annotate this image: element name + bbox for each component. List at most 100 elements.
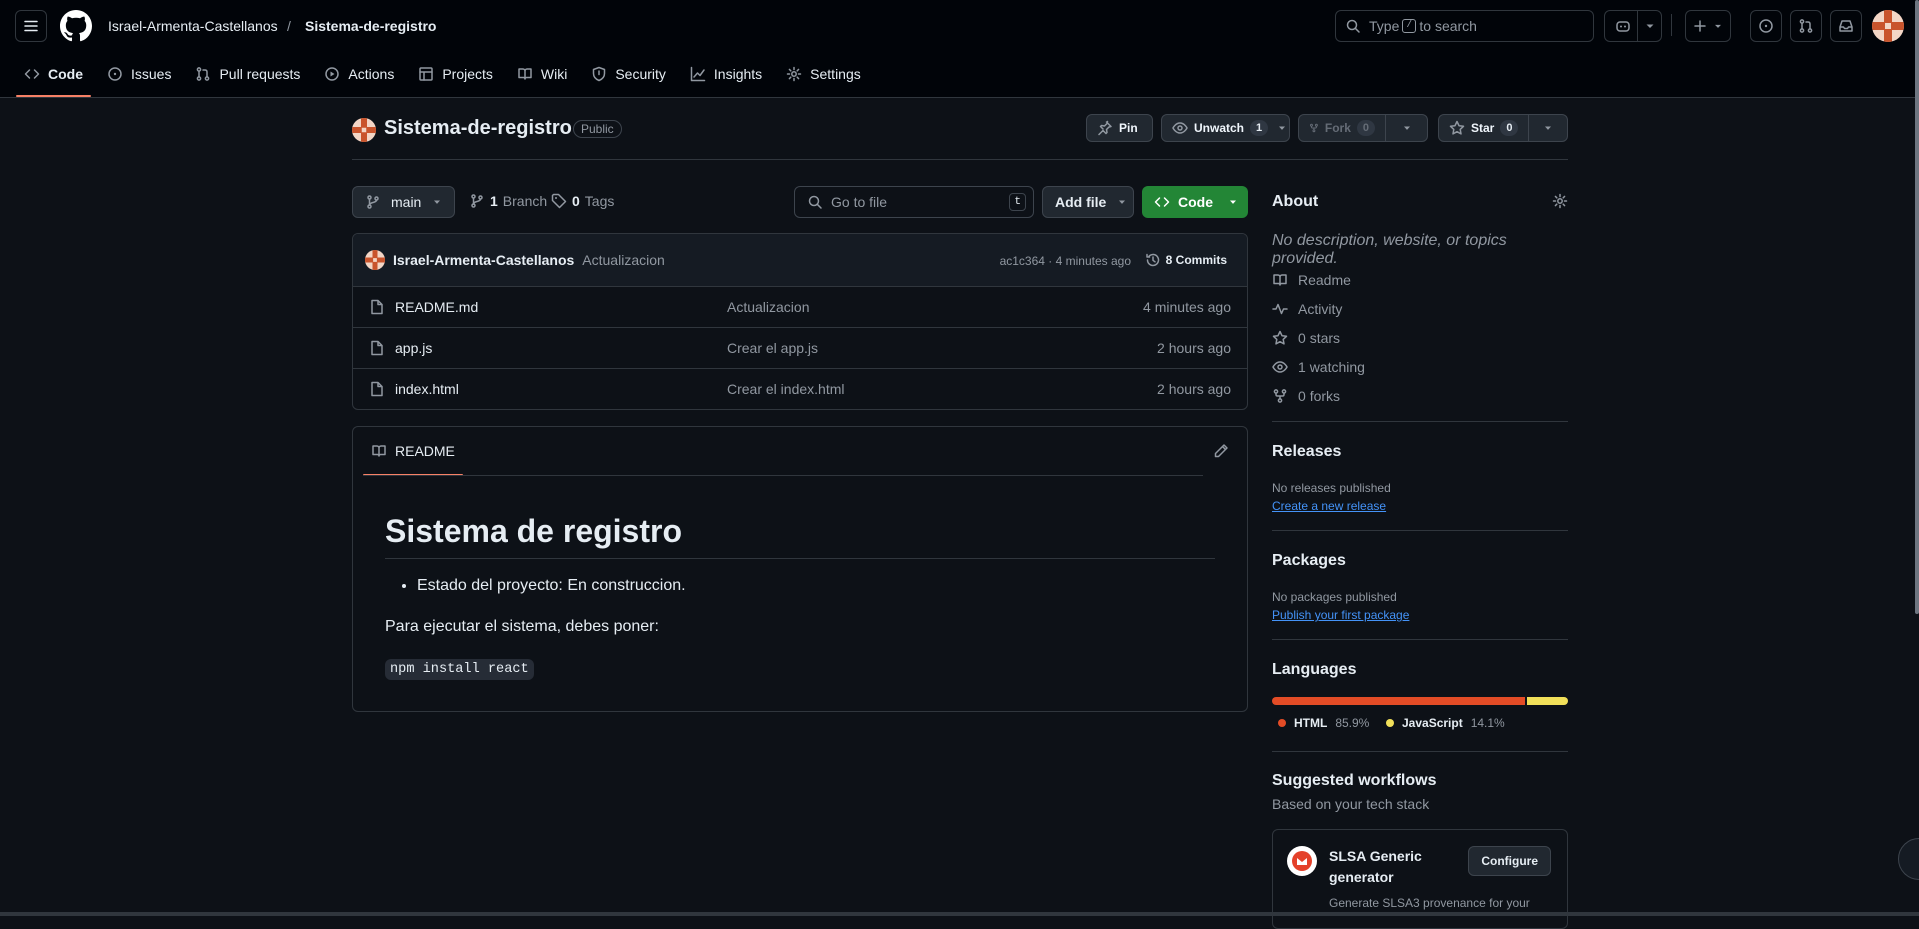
pencil-icon: [1214, 444, 1228, 458]
book-icon: [1273, 274, 1287, 286]
star-button[interactable]: Star 0: [1438, 114, 1568, 142]
pin-icon: [1098, 120, 1112, 136]
tag-icon: [551, 193, 567, 209]
branch-selector[interactable]: main: [352, 186, 455, 218]
commit-sha-time[interactable]: ac1c364 · 4 minutes ago: [1000, 254, 1131, 268]
book-icon: [372, 445, 386, 457]
pin-button[interactable]: Pin: [1086, 114, 1153, 142]
readme-bullet: Estado del proyecto: En construccion.: [417, 577, 686, 595]
divider: [352, 159, 1568, 160]
search-icon: [808, 195, 822, 209]
workflows-heading: Suggested workflows: [1272, 772, 1437, 789]
workflows-subtitle: Based on your tech stack: [1272, 796, 1430, 812]
user-avatar[interactable]: [1872, 10, 1904, 42]
floating-chevron-button[interactable]: [1898, 838, 1919, 880]
file-row[interactable]: app.js Crear el app.js 2 hours ago: [353, 327, 1247, 368]
chevron-down-icon: [1715, 24, 1721, 28]
tab-code[interactable]: Code: [16, 56, 91, 97]
workflow-name: SLSA Generic generator: [1329, 848, 1422, 885]
slsa-logo-icon: [1287, 846, 1317, 876]
about-watching-link[interactable]: 1 watching: [1272, 359, 1365, 375]
file-name[interactable]: README.md: [395, 299, 478, 315]
language-javascript[interactable]: JavaScript 14.1%: [1386, 716, 1505, 730]
tab-security[interactable]: Security: [583, 56, 674, 92]
file-name[interactable]: app.js: [395, 340, 432, 356]
branches-link[interactable]: 1 Branch: [469, 193, 547, 209]
readme-panel: README Sistema de registro Estado del pr…: [352, 426, 1248, 712]
about-settings-button[interactable]: [1552, 193, 1568, 209]
add-file-button[interactable]: Add file: [1042, 186, 1134, 218]
workflow-description: Generate SLSA3 provenance for your: [1329, 896, 1530, 910]
book-icon: [518, 68, 532, 80]
languages-bar: [1272, 697, 1568, 705]
releases-heading[interactable]: Releases: [1272, 443, 1341, 461]
latest-commit-bar: Israel-Armenta-Castellanos Actualizacion…: [353, 234, 1247, 287]
file-name[interactable]: index.html: [395, 381, 459, 397]
file-age: 4 minutes ago: [1143, 299, 1231, 315]
language-html[interactable]: HTML 85.9%: [1278, 716, 1369, 730]
branch-icon: [367, 195, 379, 209]
go-to-file-input[interactable]: Go to file t: [794, 186, 1034, 218]
copilot-button[interactable]: [1604, 10, 1662, 42]
github-logo-icon[interactable]: [60, 10, 92, 42]
inbox-button[interactable]: [1830, 10, 1862, 42]
tab-pull-requests[interactable]: Pull requests: [187, 56, 308, 92]
tab-insights[interactable]: Insights: [682, 56, 770, 92]
about-stars-link[interactable]: 0 stars: [1272, 330, 1340, 346]
pulse-icon: [1272, 303, 1288, 315]
search-icon: [1346, 19, 1360, 33]
tab-actions[interactable]: Actions: [316, 56, 402, 92]
star-count: 0: [1500, 120, 1519, 136]
file-row[interactable]: index.html Crear el index.html 2 hours a…: [353, 368, 1247, 409]
star-icon: [1272, 330, 1288, 345]
code-button[interactable]: Code: [1142, 186, 1248, 218]
file-commit-message[interactable]: Crear el app.js: [727, 340, 818, 356]
code-icon: [1154, 197, 1170, 207]
file-commit-message[interactable]: Crear el index.html: [727, 381, 845, 397]
goto-key: t: [1009, 193, 1026, 211]
repo-title[interactable]: Sistema-de-registro: [384, 117, 572, 140]
create-release-link[interactable]: Create a new release: [1272, 499, 1386, 513]
gear-icon: [786, 66, 802, 82]
table-icon: [419, 67, 434, 81]
breadcrumb-repo[interactable]: Sistema-de-registro: [305, 18, 436, 34]
releases-empty: No releases published: [1272, 481, 1391, 495]
pull-request-icon: [197, 67, 210, 81]
readme-tab[interactable]: README: [363, 427, 463, 476]
breadcrumb-owner[interactable]: Israel-Armenta-Castellanos: [108, 18, 278, 34]
configure-button[interactable]: Configure: [1468, 846, 1551, 876]
about-forks-link[interactable]: 0 forks: [1272, 388, 1340, 404]
tab-settings[interactable]: Settings: [778, 56, 869, 92]
about-activity-link[interactable]: Activity: [1272, 301, 1342, 317]
tab-wiki[interactable]: Wiki: [509, 56, 575, 92]
packages-heading[interactable]: Packages: [1272, 552, 1346, 570]
commit-message[interactable]: Actualizacion: [582, 252, 665, 268]
repo-owner-avatar[interactable]: [352, 118, 376, 142]
tags-link[interactable]: 0 Tags: [551, 193, 614, 209]
file-icon: [371, 299, 383, 315]
about-heading: About: [1272, 193, 1319, 210]
tab-issues[interactable]: Issues: [99, 56, 179, 92]
search-input[interactable]: Type / to search: [1335, 10, 1594, 42]
file-commit-message[interactable]: Actualizacion: [727, 299, 810, 315]
create-new-button[interactable]: [1685, 10, 1731, 42]
menu-button[interactable]: [15, 10, 47, 42]
issues-button[interactable]: [1750, 10, 1782, 42]
unwatch-button[interactable]: Unwatch 1: [1161, 114, 1290, 142]
languages-heading: Languages: [1272, 661, 1357, 678]
publish-package-link[interactable]: Publish your first package: [1272, 608, 1409, 622]
commits-link[interactable]: 8 Commits: [1145, 252, 1227, 268]
star-icon: [1449, 120, 1465, 135]
fork-button[interactable]: Fork 0: [1298, 114, 1428, 142]
pull-requests-button[interactable]: [1790, 10, 1822, 42]
file-row[interactable]: README.md Actualizacion 4 minutes ago: [353, 287, 1247, 327]
commit-author[interactable]: Israel-Armenta-Castellanos: [393, 252, 574, 268]
chevron-down-icon: [1230, 200, 1236, 204]
watch-count: 1: [1250, 120, 1269, 136]
about-readme-link[interactable]: Readme: [1272, 272, 1351, 288]
tab-projects[interactable]: Projects: [410, 56, 501, 92]
fork-icon: [1310, 123, 1318, 133]
commit-author-avatar[interactable]: [365, 250, 385, 270]
edit-readme-button[interactable]: [1213, 443, 1229, 459]
page-scrollbar[interactable]: [1915, 0, 1919, 614]
